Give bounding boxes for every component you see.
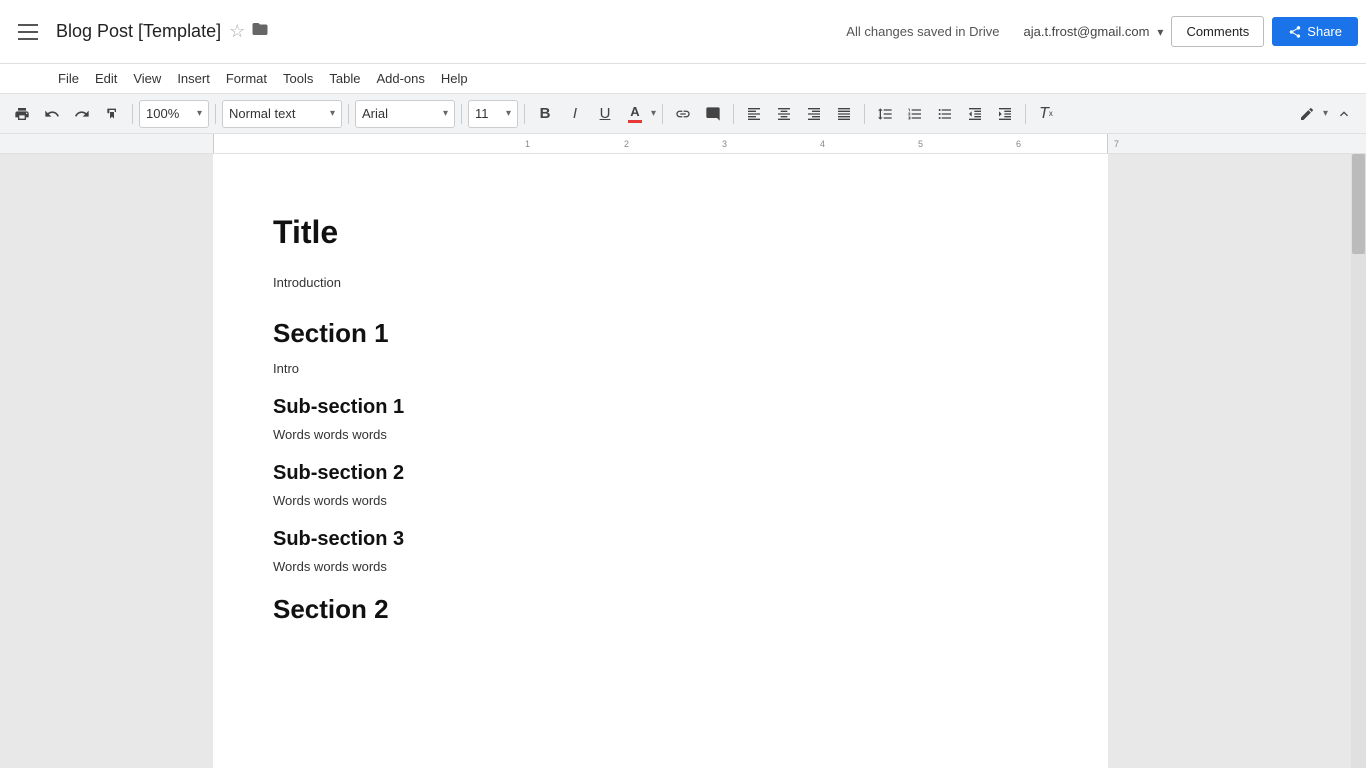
doc-subsection3-body[interactable]: Words words words (273, 559, 1048, 574)
doc-subsection2-body[interactable]: Words words words (273, 493, 1048, 508)
share-button[interactable]: Share (1272, 17, 1358, 46)
menu-file[interactable]: File (50, 71, 87, 86)
doc-section1-heading[interactable]: Section 1 (273, 318, 1048, 349)
undo-button[interactable] (38, 100, 66, 128)
align-right-button[interactable] (800, 100, 828, 128)
menu-bar: File Edit View Insert Format Tools Table… (0, 64, 1366, 94)
separator-3 (348, 104, 349, 124)
scrollbar-thumb[interactable] (1352, 154, 1365, 254)
folder-icon[interactable] (251, 20, 269, 43)
document-title[interactable]: Blog Post [Template] (56, 21, 221, 42)
scrollbar[interactable] (1351, 154, 1366, 768)
doc-heading-title[interactable]: Title (273, 214, 1048, 251)
paint-format-button[interactable] (98, 100, 126, 128)
menu-edit[interactable]: Edit (87, 71, 125, 86)
separator-1 (132, 104, 133, 124)
justify-button[interactable] (830, 100, 858, 128)
ruler-mark-5: 5 (918, 139, 923, 149)
ruler-mark-2: 2 (624, 139, 629, 149)
separator-4 (461, 104, 462, 124)
menu-help[interactable]: Help (433, 71, 476, 86)
separator-5 (524, 104, 525, 124)
user-area: All changes saved in Drive aja.t.frost@g… (846, 16, 1358, 47)
doc-subsection2-heading[interactable]: Sub-section 2 (273, 462, 1048, 485)
ruler-mark-1: 1 (525, 139, 530, 149)
zoom-dropdown[interactable]: 100% ▾ (139, 100, 209, 128)
comments-button[interactable]: Comments (1171, 16, 1264, 47)
ruler-mark-3: 3 (722, 139, 727, 149)
style-arrow-icon: ▾ (330, 108, 335, 119)
editing-mode-button[interactable] (1293, 100, 1321, 128)
main-area: Title Introduction Section 1 Intro Sub-s… (0, 154, 1366, 768)
comment-button[interactable] (699, 100, 727, 128)
font-size-dropdown[interactable]: 11 ▾ (468, 100, 518, 128)
bold-button[interactable]: B (531, 100, 559, 128)
doc-subsection3-heading[interactable]: Sub-section 3 (273, 528, 1048, 551)
ruler-mark-7: 7 (1114, 139, 1119, 149)
user-dropdown-icon[interactable]: ▾ (1157, 25, 1163, 39)
ruler-numbers: 1 2 3 4 5 6 7 (427, 134, 849, 153)
ruler-mark-6: 6 (1016, 139, 1021, 149)
font-color-button[interactable]: A (621, 100, 649, 128)
toolbar: 100% ▾ Normal text ▾ Arial ▾ 11 ▾ B I U … (0, 94, 1366, 134)
menu-tools[interactable]: Tools (275, 71, 321, 86)
ruler-track: 1 2 3 4 5 6 7 (213, 134, 1108, 153)
left-margin (0, 154, 213, 768)
redo-button[interactable] (68, 100, 96, 128)
doc-subsection1-heading[interactable]: Sub-section 1 (273, 396, 1048, 419)
font-color-arrow-icon[interactable]: ▾ (651, 108, 656, 119)
share-label: Share (1307, 24, 1342, 39)
separator-2 (215, 104, 216, 124)
top-bar: Blog Post [Template] ☆ All changes saved… (0, 0, 1366, 64)
autosave-status: All changes saved in Drive (846, 24, 999, 39)
size-arrow-icon: ▾ (506, 108, 511, 119)
align-left-button[interactable] (740, 100, 768, 128)
font-arrow-icon: ▾ (443, 108, 448, 119)
document-container[interactable]: Title Introduction Section 1 Intro Sub-s… (213, 154, 1108, 768)
menu-view[interactable]: View (125, 71, 169, 86)
print-button[interactable] (8, 100, 36, 128)
zoom-arrow-icon: ▾ (197, 108, 202, 119)
user-email: aja.t.frost@gmail.com (1024, 24, 1150, 39)
right-margin (1108, 154, 1366, 768)
ruler: 1 2 3 4 5 6 7 (0, 134, 1366, 154)
doc-section1-intro[interactable]: Intro (273, 361, 1048, 376)
separator-6 (662, 104, 663, 124)
align-center-button[interactable] (770, 100, 798, 128)
style-dropdown[interactable]: Normal text ▾ (222, 100, 342, 128)
doc-introduction[interactable]: Introduction (273, 275, 1048, 290)
menu-addons[interactable]: Add-ons (368, 71, 432, 86)
menu-insert[interactable]: Insert (169, 71, 218, 86)
editing-mode-arrow[interactable]: ▾ (1323, 108, 1328, 119)
bullet-list-button[interactable] (931, 100, 959, 128)
doc-subsection1-body[interactable]: Words words words (273, 427, 1048, 442)
doc-title-area: Blog Post [Template] ☆ (56, 20, 846, 43)
ruler-mark-4: 4 (820, 139, 825, 149)
link-button[interactable] (669, 100, 697, 128)
increase-indent-button[interactable] (991, 100, 1019, 128)
separator-8 (864, 104, 865, 124)
italic-button[interactable]: I (561, 100, 589, 128)
numbered-list-button[interactable] (901, 100, 929, 128)
font-dropdown[interactable]: Arial ▾ (355, 100, 455, 128)
menu-table[interactable]: Table (321, 71, 368, 86)
clear-formatting-button[interactable]: Tx (1032, 100, 1060, 128)
decrease-indent-button[interactable] (961, 100, 989, 128)
separator-9 (1025, 104, 1026, 124)
line-spacing-button[interactable] (871, 100, 899, 128)
separator-7 (733, 104, 734, 124)
underline-button[interactable]: U (591, 100, 619, 128)
star-icon[interactable]: ☆ (229, 21, 245, 42)
document[interactable]: Title Introduction Section 1 Intro Sub-s… (213, 154, 1108, 768)
menu-format[interactable]: Format (218, 71, 275, 86)
app-menu-button[interactable] (8, 12, 48, 52)
expand-toolbar-button[interactable] (1330, 100, 1358, 128)
doc-section2-heading[interactable]: Section 2 (273, 594, 1048, 625)
